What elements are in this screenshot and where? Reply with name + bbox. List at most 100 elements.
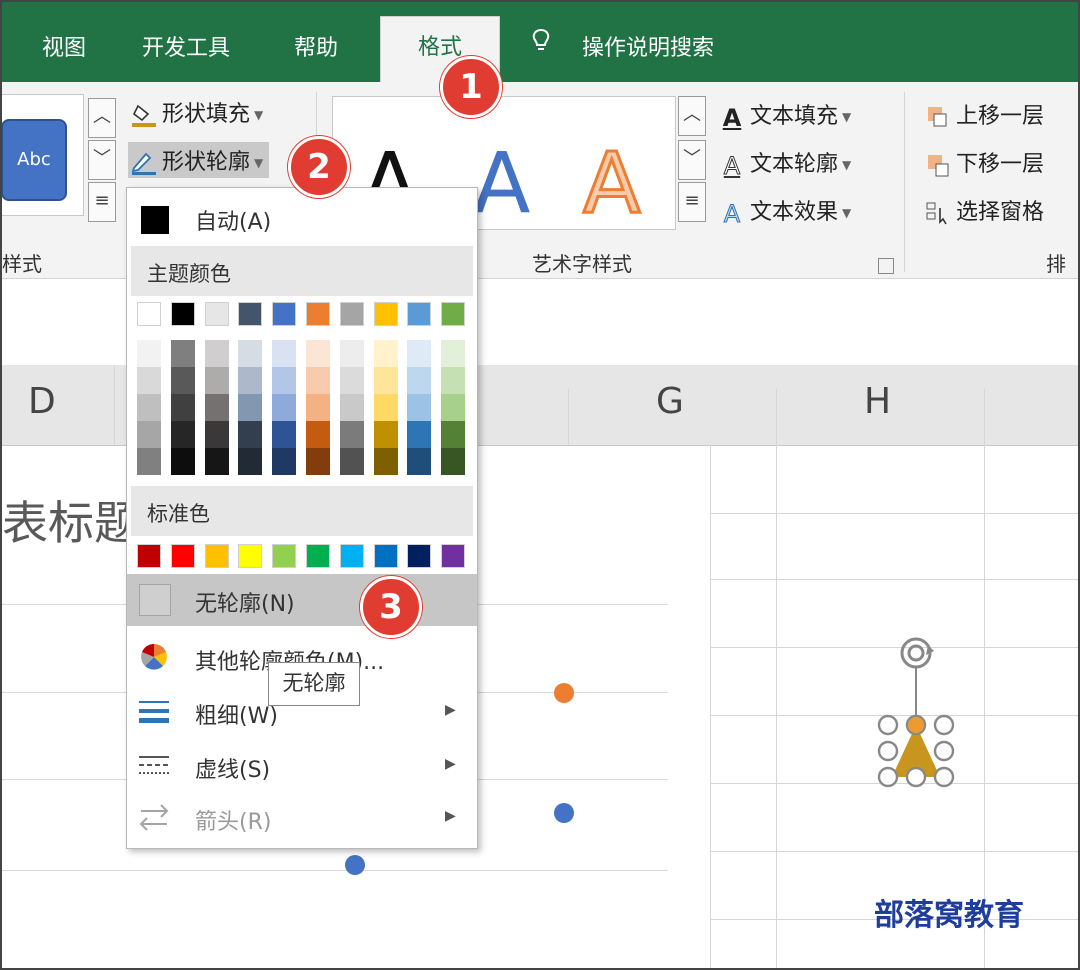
shape-style-sample[interactable]: Abc bbox=[2, 119, 67, 201]
wordart-sample-orange-outline[interactable]: A bbox=[581, 133, 641, 234]
theme-shade-swatch[interactable] bbox=[204, 394, 229, 421]
wordart-scroll-down-button[interactable]: ﹀ bbox=[678, 140, 706, 180]
theme-shade-swatch[interactable] bbox=[137, 340, 161, 367]
standard-color-swatch[interactable] bbox=[339, 544, 364, 568]
theme-shade-swatch[interactable] bbox=[441, 367, 466, 394]
menu-item-no-outline[interactable]: 无轮廓(N) bbox=[127, 574, 477, 626]
column-header-h[interactable]: H bbox=[864, 381, 891, 422]
theme-shade-swatch[interactable] bbox=[204, 340, 229, 367]
theme-shade-swatch[interactable] bbox=[339, 340, 364, 367]
theme-shade-swatch[interactable] bbox=[407, 367, 432, 394]
wordart-more-button[interactable]: ≡ bbox=[678, 182, 706, 222]
theme-color-swatch[interactable] bbox=[373, 302, 398, 326]
theme-shade-swatch[interactable] bbox=[441, 394, 466, 421]
shape-fill-button[interactable]: 形状填充 ▼ bbox=[130, 96, 263, 128]
dialog-launcher-icon[interactable] bbox=[878, 258, 894, 274]
theme-color-swatch[interactable] bbox=[272, 302, 297, 326]
theme-shade-swatch[interactable] bbox=[441, 448, 466, 475]
column-header-d[interactable]: D bbox=[28, 381, 56, 422]
theme-shade-swatch[interactable] bbox=[306, 448, 330, 475]
wordart-scroll-up-button[interactable]: ︿ bbox=[678, 96, 706, 136]
tab-help[interactable]: 帮助 bbox=[294, 30, 338, 62]
theme-shade-swatch[interactable] bbox=[137, 421, 161, 448]
theme-shade-swatch[interactable] bbox=[170, 394, 195, 421]
theme-shade-swatch[interactable] bbox=[272, 367, 297, 394]
theme-color-swatch[interactable] bbox=[137, 302, 161, 326]
send-backward-button[interactable]: 下移一层 bbox=[924, 146, 1044, 178]
theme-shade-swatch[interactable] bbox=[272, 340, 297, 367]
tab-developer[interactable]: 开发工具 bbox=[142, 30, 230, 62]
theme-shade-swatch[interactable] bbox=[373, 367, 398, 394]
theme-shade-swatch[interactable] bbox=[170, 340, 195, 367]
menu-item-dashes[interactable]: 虚线(S) ▶ bbox=[127, 740, 477, 792]
theme-shade-swatch[interactable] bbox=[137, 448, 161, 475]
theme-shade-swatch[interactable] bbox=[407, 340, 432, 367]
theme-shade-swatch[interactable] bbox=[373, 394, 398, 421]
selection-pane-button[interactable]: 选择窗格 bbox=[924, 194, 1044, 226]
standard-color-swatch[interactable] bbox=[170, 544, 195, 568]
theme-shade-swatch[interactable] bbox=[306, 394, 330, 421]
gallery-more-button[interactable]: ≡ bbox=[88, 182, 116, 222]
theme-color-swatch[interactable] bbox=[238, 302, 263, 326]
theme-color-swatch[interactable] bbox=[204, 302, 229, 326]
theme-shade-swatch[interactable] bbox=[407, 448, 432, 475]
standard-color-swatch[interactable] bbox=[306, 544, 330, 568]
theme-shade-swatch[interactable] bbox=[306, 340, 330, 367]
standard-color-swatch[interactable] bbox=[272, 544, 297, 568]
theme-shade-swatch[interactable] bbox=[238, 340, 263, 367]
wordart-sample-blue[interactable]: A bbox=[473, 133, 530, 233]
theme-color-swatch[interactable] bbox=[339, 302, 364, 326]
theme-shade-swatch[interactable] bbox=[306, 367, 330, 394]
standard-color-swatch[interactable] bbox=[373, 544, 398, 568]
theme-shade-swatch[interactable] bbox=[238, 367, 263, 394]
theme-shade-swatch[interactable] bbox=[137, 367, 161, 394]
tell-me-search[interactable]: 操作说明搜索 bbox=[582, 30, 714, 62]
selected-triangle-shape[interactable] bbox=[872, 627, 964, 797]
chart-data-point[interactable] bbox=[345, 855, 365, 875]
theme-shade-swatch[interactable] bbox=[238, 394, 263, 421]
text-effect-button[interactable]: A 文本效果 ▼ bbox=[718, 194, 851, 229]
theme-shade-swatch[interactable] bbox=[170, 421, 195, 448]
theme-shade-swatch[interactable] bbox=[272, 421, 297, 448]
theme-shade-swatch[interactable] bbox=[407, 394, 432, 421]
theme-shade-swatch[interactable] bbox=[373, 448, 398, 475]
standard-color-swatch[interactable] bbox=[238, 544, 263, 568]
bring-forward-button[interactable]: 上移一层 bbox=[924, 98, 1044, 130]
chart-data-point[interactable] bbox=[554, 803, 574, 823]
standard-color-swatch[interactable] bbox=[137, 544, 161, 568]
theme-shade-swatch[interactable] bbox=[170, 367, 195, 394]
column-header-g[interactable]: G bbox=[656, 381, 684, 422]
text-fill-button[interactable]: A 文本填充 ▼ bbox=[718, 98, 852, 132]
theme-shade-swatch[interactable] bbox=[373, 421, 398, 448]
standard-color-swatch[interactable] bbox=[441, 544, 466, 568]
standard-color-swatch[interactable] bbox=[204, 544, 229, 568]
theme-shade-swatch[interactable] bbox=[204, 448, 229, 475]
theme-shade-swatch[interactable] bbox=[373, 340, 398, 367]
theme-shade-swatch[interactable] bbox=[407, 421, 432, 448]
chart-title[interactable]: 表标题 bbox=[2, 487, 140, 553]
theme-shade-swatch[interactable] bbox=[137, 394, 161, 421]
standard-color-swatch[interactable] bbox=[407, 544, 432, 568]
theme-shade-swatch[interactable] bbox=[272, 448, 297, 475]
theme-shade-swatch[interactable] bbox=[204, 421, 229, 448]
theme-shade-swatch[interactable] bbox=[339, 448, 364, 475]
menu-item-automatic[interactable]: 自动(A) bbox=[127, 192, 477, 244]
theme-shade-swatch[interactable] bbox=[339, 394, 364, 421]
theme-shade-swatch[interactable] bbox=[306, 421, 330, 448]
gallery-scroll-down-button[interactable]: ﹀ bbox=[88, 140, 116, 180]
theme-shade-swatch[interactable] bbox=[238, 421, 263, 448]
theme-shade-swatch[interactable] bbox=[441, 421, 466, 448]
theme-color-swatch[interactable] bbox=[441, 302, 466, 326]
theme-shade-swatch[interactable] bbox=[170, 448, 195, 475]
theme-shade-swatch[interactable] bbox=[204, 367, 229, 394]
tab-view[interactable]: 视图 bbox=[42, 30, 86, 62]
theme-color-swatch[interactable] bbox=[170, 302, 195, 326]
chart-data-point[interactable] bbox=[554, 683, 574, 703]
gallery-scroll-up-button[interactable]: ︿ bbox=[88, 98, 116, 138]
theme-shade-swatch[interactable] bbox=[339, 367, 364, 394]
theme-shade-swatch[interactable] bbox=[339, 421, 364, 448]
text-outline-button[interactable]: A 文本轮廓 ▼ bbox=[718, 146, 851, 181]
theme-shade-swatch[interactable] bbox=[441, 340, 466, 367]
shape-outline-button[interactable]: 形状轮廓 ▼ bbox=[128, 142, 270, 178]
theme-shade-swatch[interactable] bbox=[272, 394, 297, 421]
